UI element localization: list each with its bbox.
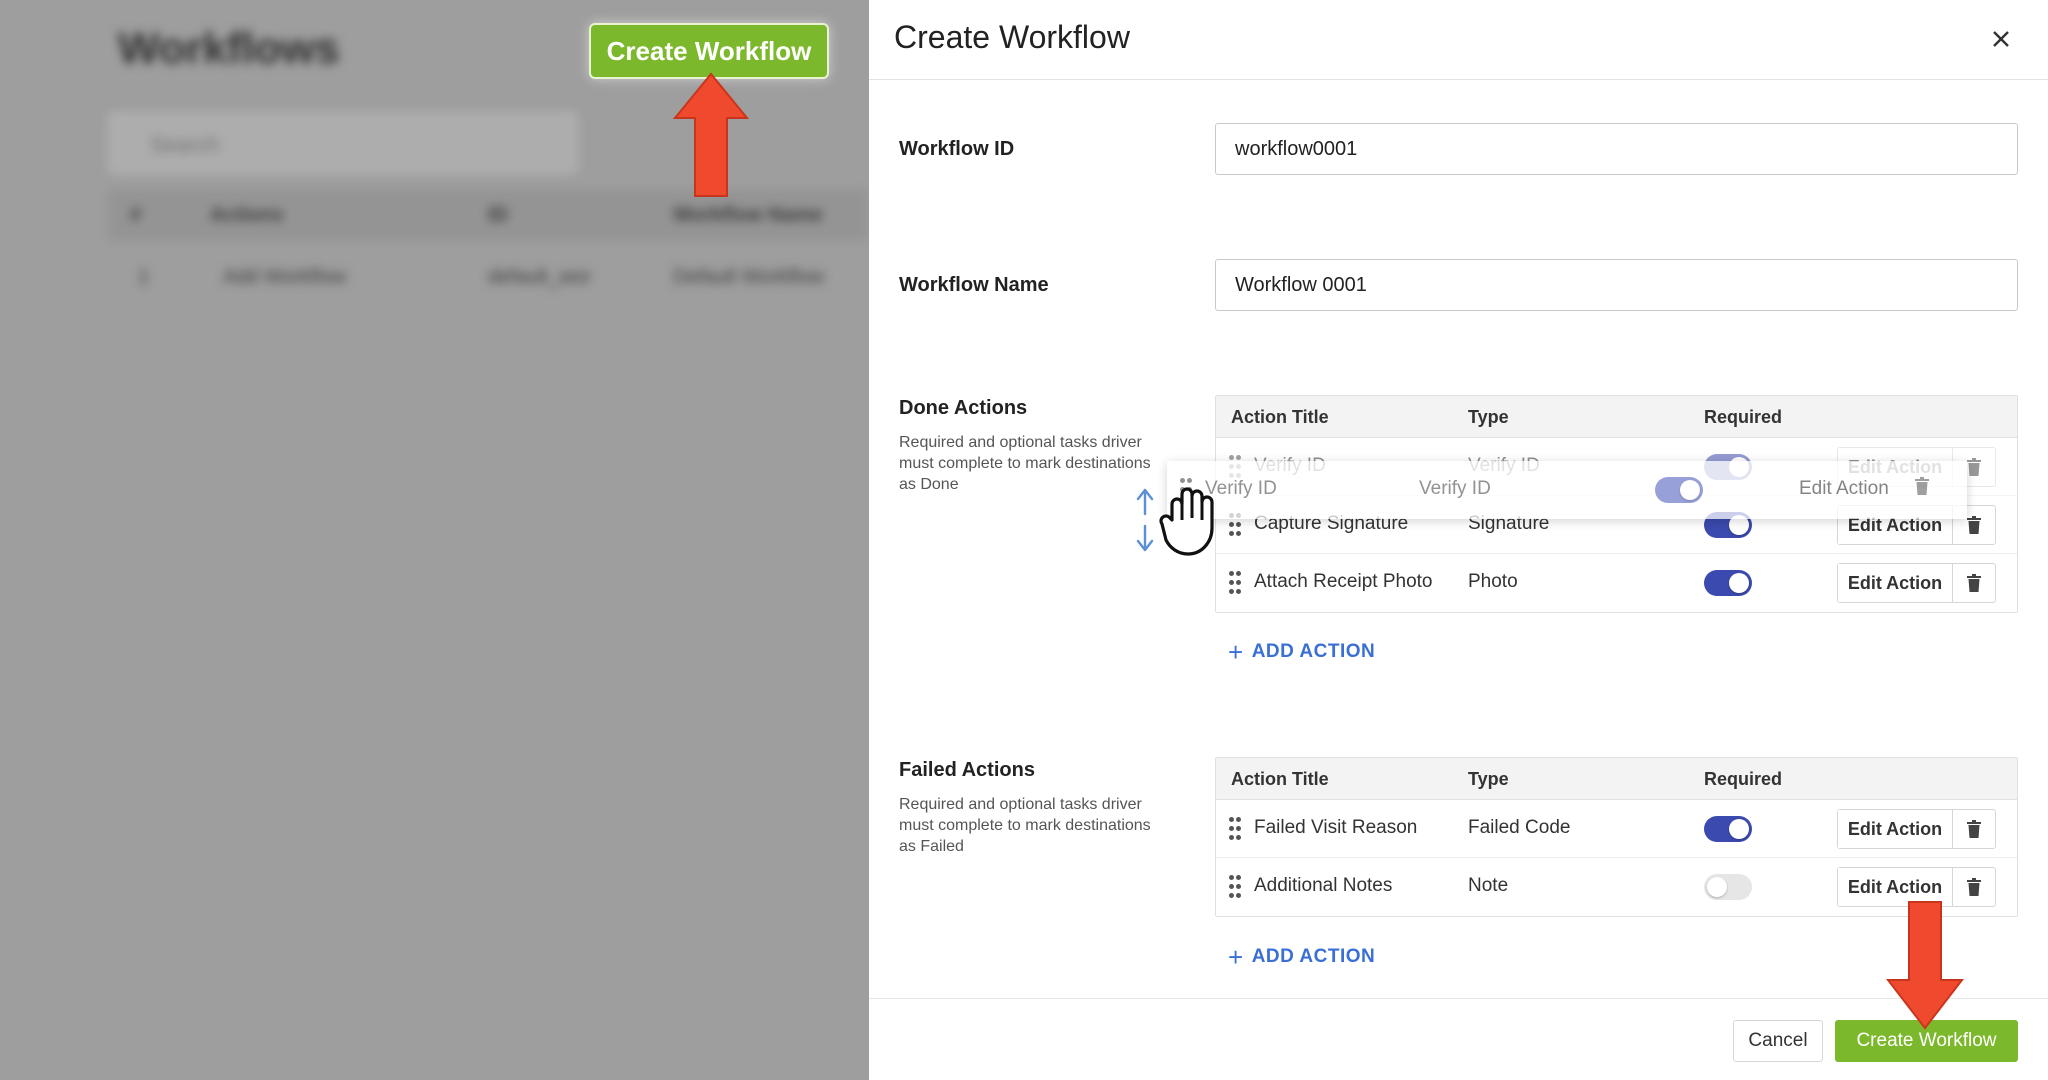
modal-header: Create Workflow: [869, 0, 2048, 80]
required-toggle[interactable]: [1704, 874, 1752, 900]
column-header: Workflow Name: [673, 204, 823, 226]
edit-action-button[interactable]: Edit Action: [1838, 810, 1953, 848]
grab-hand-icon: [1159, 487, 1214, 556]
table-row[interactable]: 1 Add Workflow default_wor Default Workf…: [108, 252, 868, 302]
column-header: #: [130, 204, 142, 226]
done-actions-label: Done Actions: [899, 397, 1028, 419]
add-done-action-button[interactable]: + ADD ACTION: [1228, 639, 1375, 665]
reorder-arrows-icon: [1136, 488, 1154, 552]
column-header: Required: [1704, 407, 1783, 427]
search-input[interactable]: Search: [108, 112, 578, 174]
action-type: Note: [1468, 875, 1509, 896]
column-header: Actions: [210, 204, 284, 226]
trash-icon: [1967, 516, 1981, 534]
table-header: Action Title Type Required: [1216, 396, 2017, 438]
column-header: Action Title: [1231, 769, 1329, 789]
column-header: Required: [1704, 769, 1783, 789]
search-placeholder: Search: [150, 132, 220, 157]
required-toggle: [1655, 477, 1703, 503]
table-row: Attach Receipt Photo Photo Edit Action: [1216, 554, 2017, 612]
trash-icon: [1915, 477, 1929, 495]
workflow-name-input[interactable]: [1215, 259, 2018, 311]
trash-icon: [1967, 820, 1981, 838]
required-toggle[interactable]: [1704, 816, 1752, 842]
dragging-row[interactable]: Verify ID Verify ID Edit Action: [1167, 461, 1967, 519]
table-cell: 1: [138, 266, 150, 288]
action-title: Failed Visit Reason: [1254, 817, 1418, 838]
add-action-label: ADD ACTION: [1251, 641, 1376, 662]
plus-icon: +: [1228, 942, 1244, 972]
action-title: Additional Notes: [1254, 875, 1393, 896]
failed-actions-label: Failed Actions: [899, 759, 1035, 781]
table-header: # Actions ID Workflow Name: [108, 190, 868, 240]
trash-icon: [1967, 458, 1981, 476]
table-cell: default_wor: [488, 266, 592, 288]
required-toggle[interactable]: [1704, 570, 1752, 596]
failed-actions-table: Action Title Type Required Failed Visit …: [1215, 757, 2018, 917]
table-cell: Default Workflow: [673, 266, 824, 288]
table-header: Action Title Type Required: [1216, 758, 2017, 800]
table-row: Failed Visit Reason Failed Code Edit Act…: [1216, 800, 2017, 858]
row-actions: Edit Action: [1837, 809, 1996, 849]
annotation-arrow-down-icon: [1886, 901, 1964, 1030]
modal-footer: Cancel Create Workflow: [869, 998, 2048, 1080]
action-title: Attach Receipt Photo: [1254, 571, 1433, 592]
workflow-id-input[interactable]: [1215, 123, 2018, 175]
action-type: Verify ID: [1419, 478, 1491, 499]
page-title: Workflows: [118, 24, 340, 73]
drag-handle-icon[interactable]: [1229, 571, 1241, 595]
cancel-button[interactable]: Cancel: [1733, 1020, 1823, 1062]
trash-icon: [1967, 574, 1981, 592]
close-button[interactable]: [1984, 22, 2018, 56]
delete-button[interactable]: [1953, 810, 1995, 848]
trash-icon: [1967, 878, 1981, 896]
close-icon: [1993, 31, 2009, 47]
drag-handle-icon[interactable]: [1229, 875, 1241, 899]
edit-action-button: Edit Action: [1799, 478, 1889, 499]
done-actions-hint: Required and optional tasks driver must …: [899, 434, 1151, 493]
failed-actions-hint: Required and optional tasks driver must …: [899, 796, 1151, 855]
workflow-id-label: Workflow ID: [899, 138, 1015, 160]
add-failed-action-button[interactable]: + ADD ACTION: [1228, 944, 1375, 970]
row-actions: Edit Action: [1837, 563, 1996, 603]
column-header: Action Title: [1231, 407, 1329, 427]
delete-button[interactable]: [1953, 564, 1995, 602]
table-cell: Add Workflow: [223, 266, 347, 288]
column-header: ID: [488, 204, 508, 226]
create-workflow-button-background[interactable]: Create Workflow: [589, 23, 829, 79]
action-type: Photo: [1468, 571, 1518, 592]
plus-icon: +: [1228, 637, 1244, 667]
annotation-arrow-up-icon: [673, 72, 749, 197]
background-page: Workflows Search # Actions ID Workflow N…: [0, 0, 869, 1080]
modal-title: Create Workflow: [894, 19, 1130, 55]
drag-handle-icon[interactable]: [1229, 817, 1241, 841]
column-header: Type: [1468, 407, 1509, 427]
create-workflow-modal: Create Workflow Workflow ID Workflow Nam…: [869, 0, 2048, 1080]
workflow-name-label: Workflow Name: [899, 274, 1049, 296]
add-action-label: ADD ACTION: [1251, 946, 1376, 967]
edit-action-button[interactable]: Edit Action: [1838, 564, 1953, 602]
column-header: Type: [1468, 769, 1509, 789]
action-type: Failed Code: [1468, 817, 1571, 838]
